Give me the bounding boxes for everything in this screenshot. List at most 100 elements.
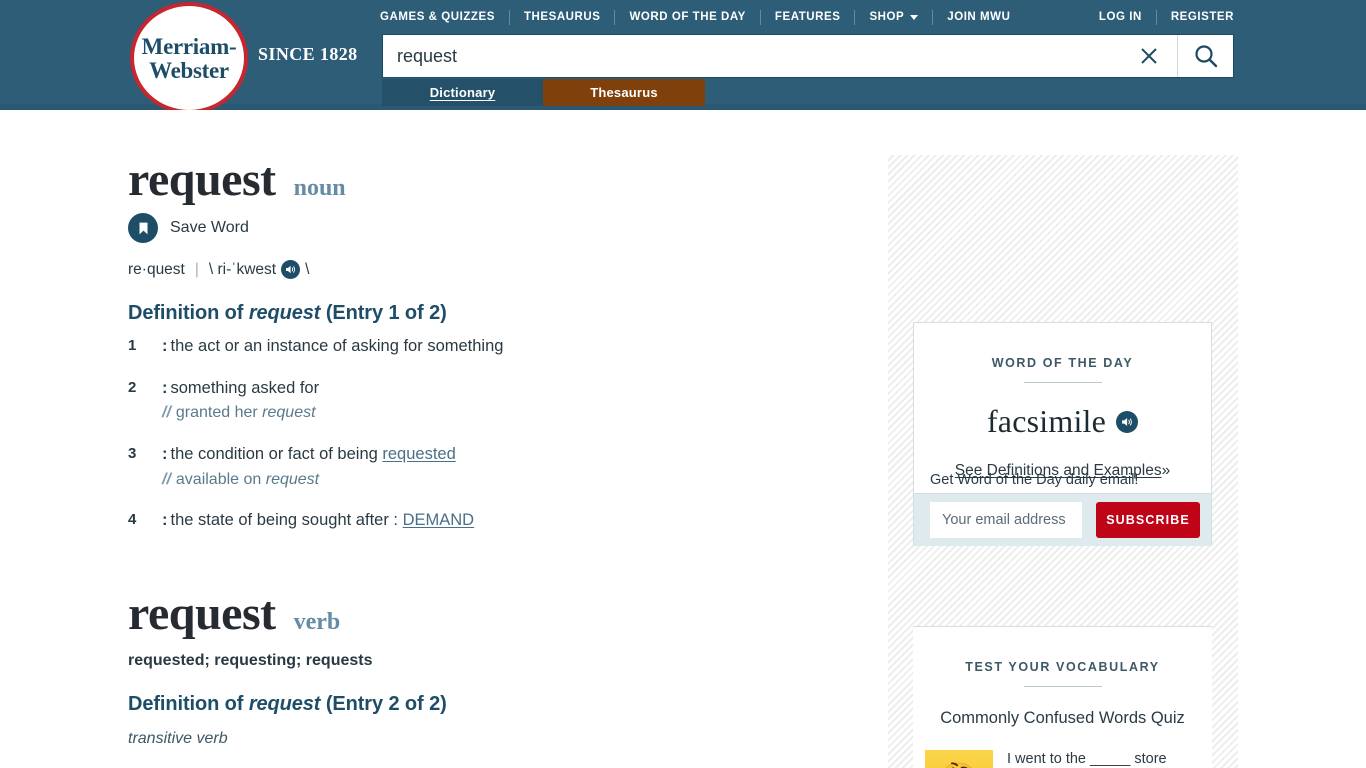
nav-item-join-mwu[interactable]: JOIN MWU — [933, 8, 1024, 26]
phonetic-close: \ — [305, 260, 310, 278]
entry-noun: request noun Save Word re·quest | \ ri-ˈ… — [128, 153, 868, 532]
email-field[interactable] — [930, 502, 1082, 538]
nav-item-features[interactable]: FEATURES — [761, 8, 855, 26]
link-arrow: » — [1161, 462, 1171, 479]
speaker-icon[interactable] — [1116, 410, 1139, 433]
kicker-rule — [1023, 382, 1102, 383]
phonetic-spelling: \ ri-ˈkwest — [208, 260, 277, 278]
def-heading-suffix: (Entry 1 of 2) — [320, 302, 447, 325]
headword-row: request noun — [128, 153, 868, 206]
word-of-the-day-kicker: WORD OF THE DAY — [991, 356, 1134, 370]
word-of-the-day-word[interactable]: facsimile — [987, 403, 1106, 440]
headword-row: request verb — [128, 588, 868, 639]
word-of-the-day-word-row: facsimile — [914, 403, 1211, 440]
search-input[interactable] — [383, 35, 1121, 77]
sense-item: 4 : the state of being sought after : DEM… — [128, 510, 868, 531]
speaker-glyph — [1122, 417, 1132, 426]
pronunciation-row: re·quest | \ ri-ˈkwest \ — [128, 260, 868, 280]
site-logo[interactable]: Merriam- Webster — [130, 2, 252, 114]
verb-inflections: requested; requesting; requests — [128, 652, 373, 670]
thinking-face-icon: 🤔 — [925, 750, 993, 768]
sense-body: : something asked for //granted her reque… — [162, 378, 868, 424]
register-link[interactable]: REGISTER — [1157, 8, 1234, 26]
sense-definition: : the condition or fact of being requeste… — [162, 444, 868, 465]
def-heading-suffix-2: (Entry 2 of 2) — [320, 693, 447, 716]
def-heading-word: request — [248, 302, 321, 325]
def-heading-prefix: Definition of — [128, 302, 249, 325]
sense-definition-text: the act or an instance of asking for som… — [170, 337, 504, 356]
site-header: Merriam- Webster SINCE 1828 GAMES & QUIZ… — [0, 0, 1366, 114]
sense-colon: : — [162, 378, 168, 397]
sense-item: 1 : the act or an instance of asking for … — [128, 336, 868, 357]
nav-item-word-of-the-day[interactable]: WORD OF THE DAY — [615, 8, 759, 26]
primary-nav: GAMES & QUIZZES THESAURUS WORD OF THE DA… — [380, 8, 1024, 26]
example-marker: // — [162, 470, 171, 488]
page-body: request noun Save Word re·quest | \ ri-ˈ… — [0, 110, 1366, 768]
kicker-rule — [1023, 686, 1102, 687]
quiz-question-text: I went to the _____ store to buy a birth… — [1007, 750, 1167, 768]
example-marker: // — [162, 404, 171, 422]
close-icon — [1141, 48, 1157, 64]
entry-verb: request verb requested; requesting; requ… — [128, 588, 868, 748]
subscribe-prompt: Get Word of the Day daily email! — [930, 472, 1139, 488]
part-of-speech-verb: verb — [293, 608, 341, 635]
syllabification: re·quest — [128, 260, 185, 278]
def-heading-word-2: request — [248, 693, 321, 716]
part-of-speech-noun: noun — [293, 175, 346, 201]
sense-list-entry-1: 1 : the act or an instance of asking for … — [128, 336, 868, 531]
subscribe-button[interactable]: SUBSCRIBE — [1096, 502, 1200, 538]
page-title: request — [128, 153, 276, 206]
save-word-button[interactable]: Save Word — [128, 213, 868, 244]
nav-item-thesaurus[interactable]: THESAURUS — [510, 8, 615, 26]
logo-circle: Merriam- Webster — [130, 2, 248, 114]
save-word-label: Save Word — [170, 219, 249, 237]
sense-definition: : the act or an instance of asking for so… — [162, 336, 868, 357]
example-italic-word: request — [265, 470, 320, 488]
nav-item-games-quizzes[interactable]: GAMES & QUIZZES — [380, 8, 509, 26]
logo-line-1: Merriam- — [141, 33, 237, 59]
speaker-icon[interactable] — [281, 260, 301, 280]
word-of-the-day-card: WORD OF THE DAY facsimile See Definition… — [913, 322, 1212, 494]
tab-dictionary[interactable]: Dictionary — [382, 79, 543, 106]
pron-separator: | — [194, 260, 199, 278]
subscribe-form: SUBSCRIBE — [930, 502, 1200, 538]
sense-body: : the state of being sought after : DEMAN… — [162, 510, 868, 531]
definition-heading-entry-2: Definition of request (Entry 2 of 2) — [128, 693, 868, 716]
sense-colon: : — [162, 445, 168, 464]
quiz-title[interactable]: Commonly Confused Words Quiz — [913, 709, 1212, 728]
sense-body: : the act or an instance of asking for so… — [162, 336, 868, 357]
logo-line-2: Webster — [149, 57, 229, 83]
dictionary-entries: request noun Save Word re·quest | \ ri-ˈ… — [128, 153, 868, 748]
sense-definition: : something asked for — [162, 378, 868, 399]
cross-reference-link[interactable]: DEMAND — [403, 511, 475, 529]
sense-number: 3 — [128, 445, 137, 463]
clear-search-button[interactable] — [1121, 35, 1177, 77]
tab-thesaurus-label: Thesaurus — [590, 85, 658, 100]
tab-dictionary-label: Dictionary — [429, 85, 496, 100]
example-text: granted her — [175, 404, 263, 422]
sense-definition: : the state of being sought after : DEMAN… — [162, 510, 868, 531]
nav-item-shop-label: SHOP — [869, 11, 905, 23]
tab-thesaurus[interactable]: Thesaurus — [543, 79, 705, 106]
account-nav: LOG IN REGISTER — [1085, 8, 1234, 26]
sense-colon: : — [162, 511, 168, 530]
search-icon — [1194, 45, 1217, 68]
bookmark-glyph — [139, 222, 147, 235]
since-tagline: SINCE 1828 — [258, 44, 358, 64]
nav-item-shop[interactable]: SHOP — [855, 8, 932, 26]
cross-reference-link[interactable]: requested — [382, 445, 455, 463]
def-heading-prefix-2: Definition of — [128, 693, 249, 716]
test-your-vocabulary-card: TEST YOUR VOCABULARY Commonly Confused W… — [913, 626, 1212, 768]
definition-heading-entry-1: Definition of request (Entry 1 of 2) — [128, 302, 868, 325]
login-link[interactable]: LOG IN — [1085, 8, 1156, 26]
search-submit-button[interactable] — [1177, 35, 1233, 77]
word-of-the-day-subscribe: Get Word of the Day daily email! SUBSCRI… — [913, 472, 1212, 546]
speaker-glyph — [286, 266, 296, 274]
sense-number: 2 — [128, 378, 137, 396]
sense-definition-text: the condition or fact of being — [170, 445, 383, 464]
sense-number: 1 — [128, 337, 137, 355]
sidebar: WORD OF THE DAY facsimile See Definition… — [888, 155, 1238, 768]
search-bar — [382, 34, 1234, 78]
transitive-verb-label: transitive verb — [128, 730, 228, 748]
sense-body: : the condition or fact of being requeste… — [162, 444, 868, 490]
